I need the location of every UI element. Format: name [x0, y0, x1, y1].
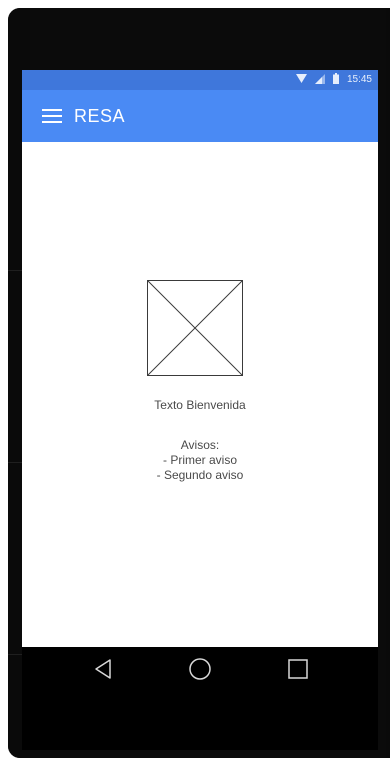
bottom-bezel [22, 695, 378, 750]
app-bar: RESA [22, 90, 378, 142]
back-icon[interactable] [90, 655, 118, 683]
right-rail [386, 8, 390, 758]
status-icons: 15:45 [295, 73, 372, 87]
notices-title: Avisos: [180, 438, 220, 452]
cell-signal-icon [314, 73, 325, 87]
phone-screen: 15:45 RESA Texto Bienvenida Avisos: - Pr… [22, 70, 378, 647]
navigation-bar [22, 647, 378, 695]
recents-icon[interactable] [284, 655, 312, 683]
main-content: Texto Bienvenida Avisos: - Primer aviso … [22, 142, 378, 647]
image-placeholder-icon [147, 280, 243, 376]
home-icon[interactable] [186, 655, 214, 683]
app-title: RESA [74, 105, 126, 126]
battery-icon [332, 73, 339, 87]
hamburger-menu-icon[interactable] [42, 109, 62, 123]
wifi-icon [295, 74, 307, 86]
status-time: 15:45 [346, 74, 372, 85]
notices-block: Avisos: - Primer aviso - Segundo aviso [22, 438, 378, 483]
welcome-text: Texto Bienvenida [154, 398, 246, 412]
notice-item: - Segundo aviso [156, 468, 244, 482]
notice-item: - Primer aviso [162, 453, 237, 467]
device-frame: 15:45 RESA Texto Bienvenida Avisos: - Pr… [0, 0, 390, 758]
status-bar: 15:45 [22, 70, 378, 90]
